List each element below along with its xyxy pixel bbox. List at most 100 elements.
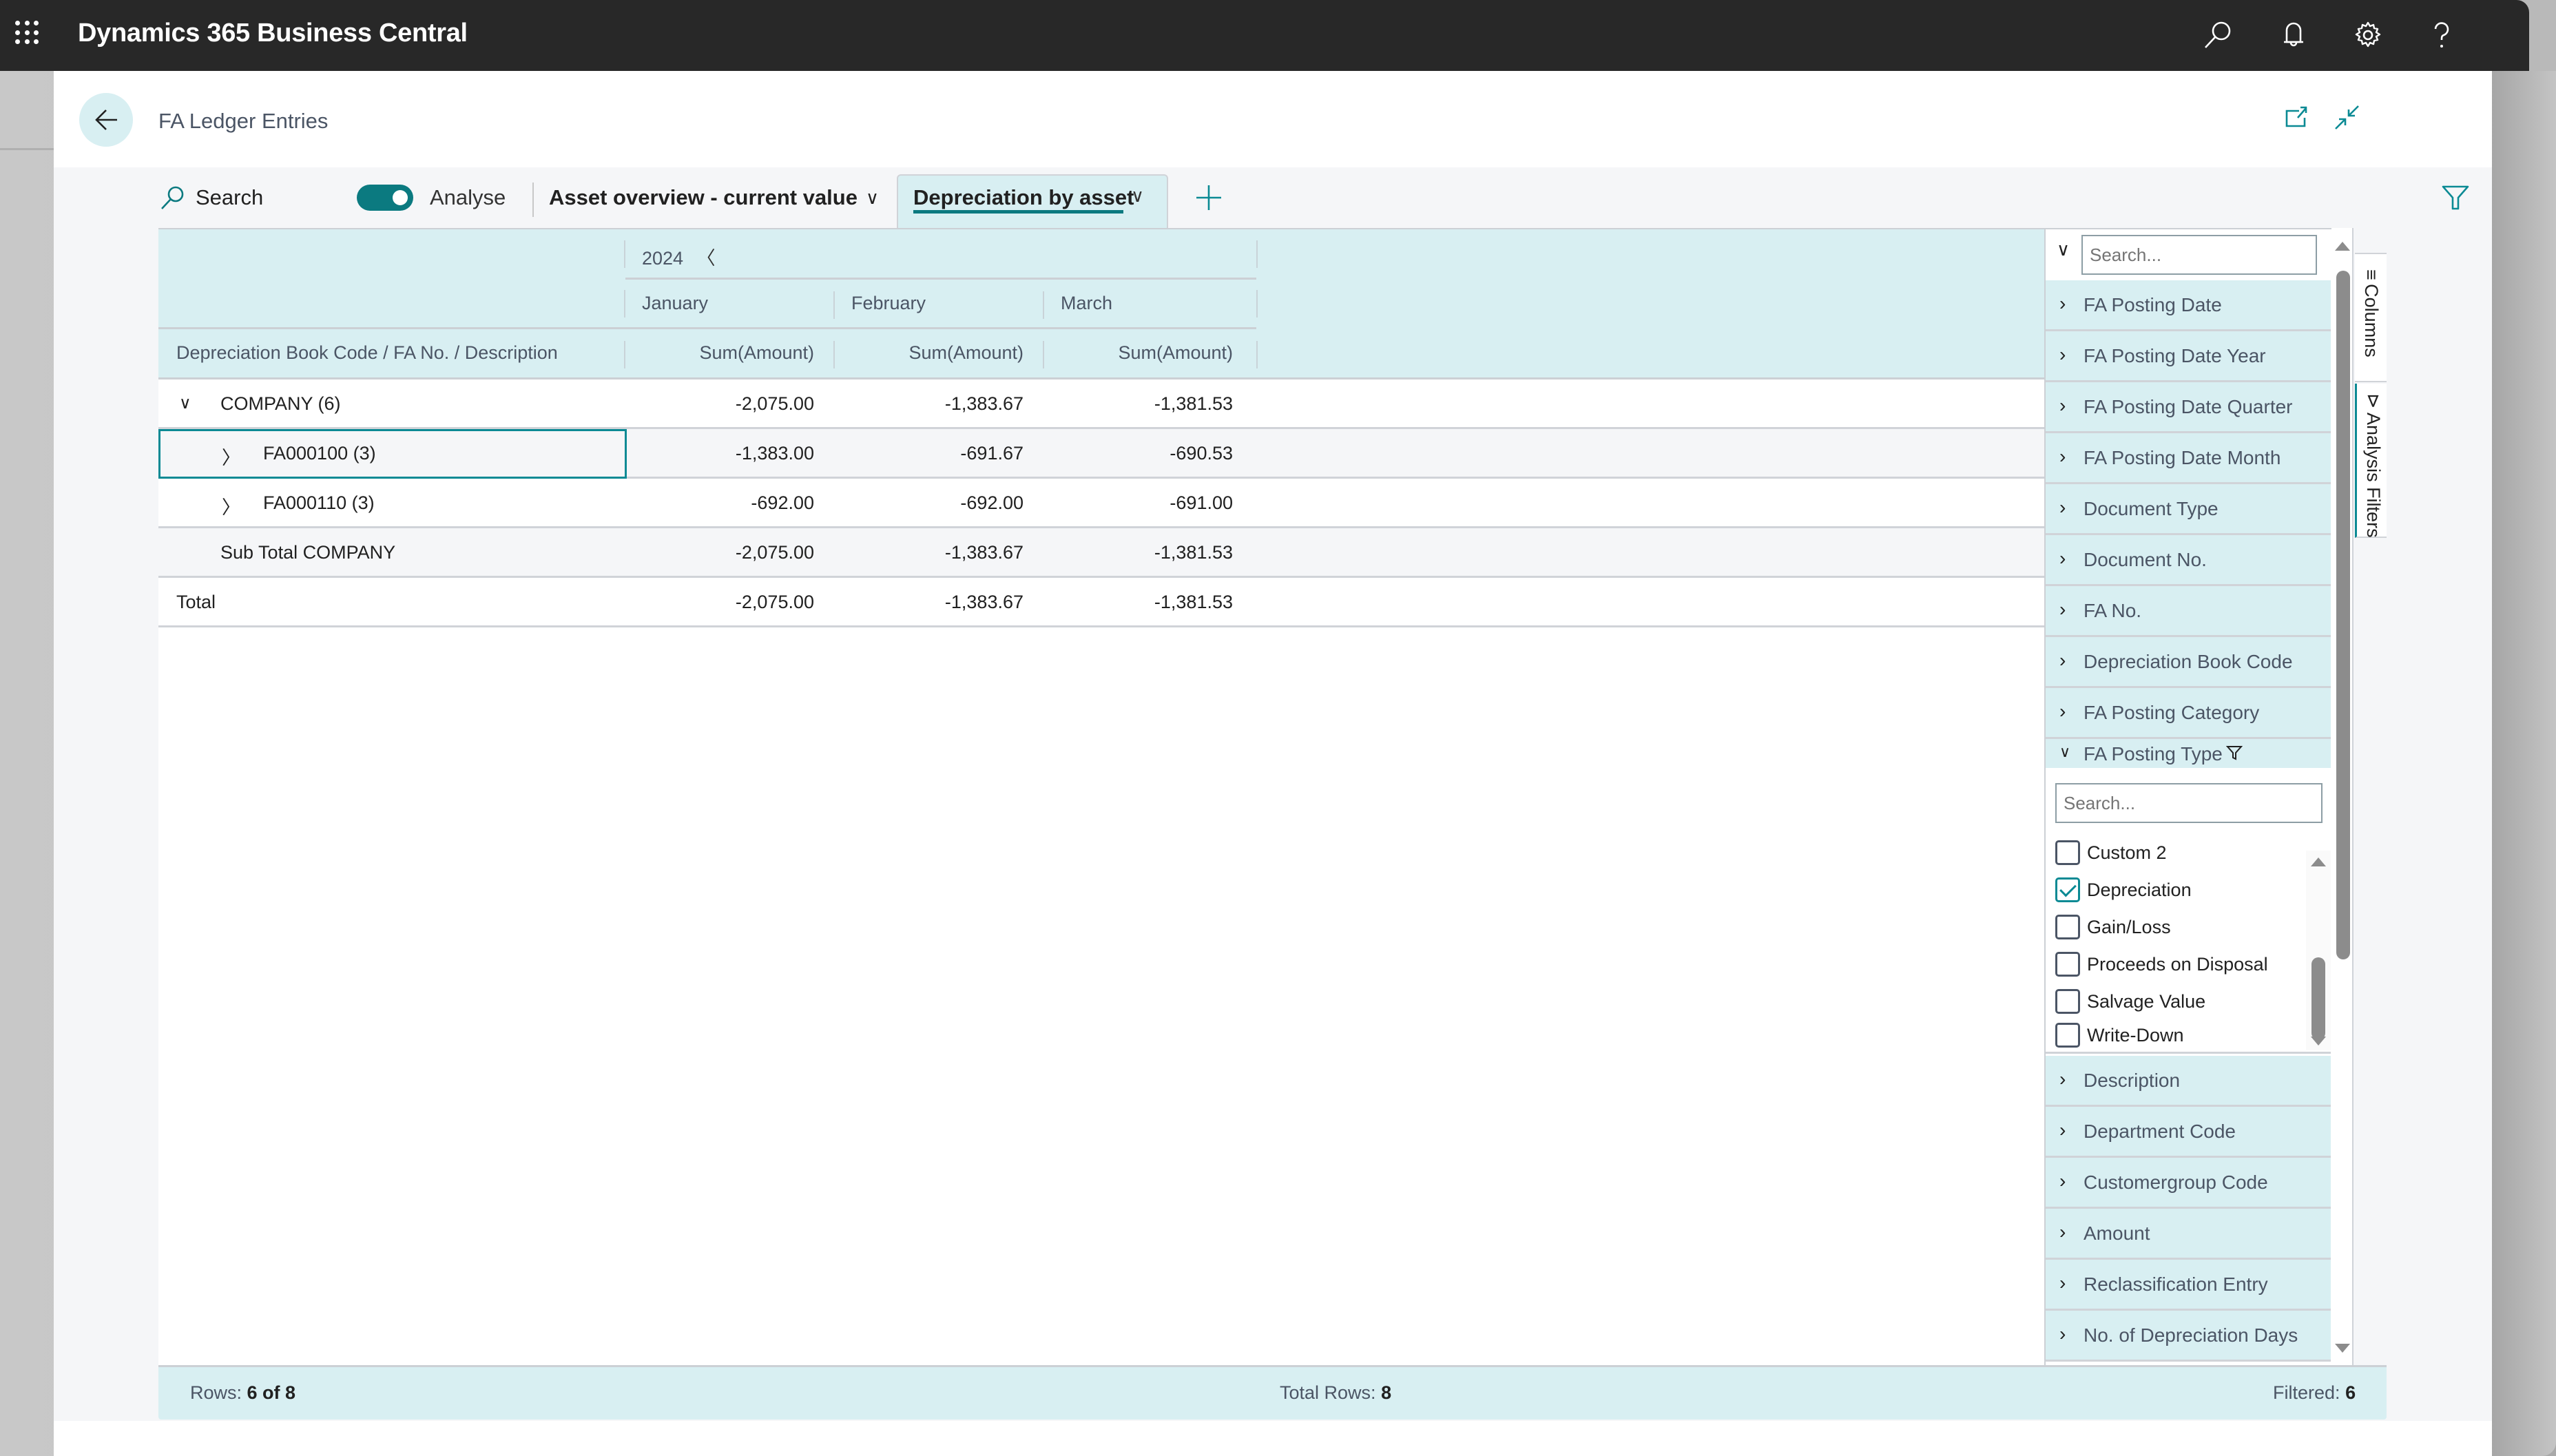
gear-icon[interactable] <box>2352 19 2384 51</box>
bell-icon[interactable] <box>2278 19 2309 51</box>
scrollbar-thumb[interactable] <box>2336 271 2350 959</box>
field-label: FA Posting Category <box>2084 702 2260 723</box>
scroll-down-icon[interactable] <box>2335 1344 2350 1353</box>
tab-columns[interactable]: ≡ Columns <box>2355 253 2387 382</box>
chevron-right-icon[interactable]: 〉 <box>222 492 240 519</box>
table-row[interactable]: ∨ COMPANY (6) -2,075.00 -1,383.67 -1,381… <box>158 379 2044 429</box>
checkbox-option[interactable]: Gain/Loss <box>2055 908 2171 946</box>
panel-scrollbar[interactable] <box>2331 228 2354 1365</box>
grid-header: 2024 〈 January February March Depreciati… <box>158 229 2044 379</box>
checkbox[interactable] <box>2055 840 2080 865</box>
scroll-down-icon[interactable] <box>2311 1037 2326 1046</box>
chevron-left-icon[interactable]: 〈 <box>697 248 716 269</box>
checkbox-option[interactable]: Custom 2 <box>2055 834 2167 871</box>
value-header-january[interactable]: Sum(Amount) <box>642 342 814 364</box>
value-header-march[interactable]: Sum(Amount) <box>1061 342 1233 364</box>
search-button[interactable]: Search <box>158 167 263 228</box>
app-bar: Dynamics 365 Business Central <box>0 0 2529 71</box>
tab-asset-overview[interactable]: Asset overview - current value ∨ <box>549 167 879 228</box>
header-divider <box>624 290 625 318</box>
scrollbar-thumb[interactable] <box>2311 957 2325 1040</box>
filter-field-item[interactable]: › FA Posting Category <box>2046 688 2331 739</box>
posting-type-filter-values: Custom 2 Depreciation Gain/Loss Proceeds… <box>2046 768 2331 1054</box>
filter-field-item[interactable]: › Document Type <box>2046 484 2331 535</box>
option-label: Proceeds on Disposal <box>2087 953 2268 975</box>
cell-value: -1,381.53 <box>1154 592 1233 612</box>
table-row[interactable]: 〉 FA000110 (3) -692.00 -692.00 -691.00 <box>158 479 2044 528</box>
filter-field-item[interactable]: › Description <box>2046 1056 2331 1107</box>
checkbox-option[interactable]: Salvage Value <box>2055 983 2205 1020</box>
total-rows: Total Rows: 8 <box>1280 1382 1392 1403</box>
filter-field-item[interactable]: › Depreciation Book Code <box>2046 637 2331 688</box>
table-row-total[interactable]: Total -2,075.00 -1,383.67 -1,381.53 <box>158 578 2044 627</box>
year-header[interactable]: 2024 〈 <box>642 243 716 270</box>
toggle-switch[interactable] <box>357 185 413 211</box>
table-row[interactable]: Sub Total COMPANY -2,075.00 -1,383.67 -1… <box>158 528 2044 578</box>
filter-field-item[interactable]: › Reclassification Entry <box>2046 1260 2331 1311</box>
scroll-up-icon[interactable] <box>2311 857 2326 866</box>
rows-count: Rows: 6 of 8 <box>190 1382 296 1403</box>
analyse-toggle[interactable]: Analyse <box>357 167 506 228</box>
filter-field-item[interactable]: › FA No. <box>2046 586 2331 637</box>
analysis-filters-panel: ∨ › FA Posting Date › FA Posting Date Year… <box>2044 228 2331 1365</box>
search-icon[interactable] <box>2203 19 2234 51</box>
field-label: Reclassification Entry <box>2084 1273 2268 1295</box>
analysis-workarea: Search Analyse Asset overview - current … <box>54 167 2492 1421</box>
month-header-march[interactable]: March <box>1061 293 1112 314</box>
row-label: FA000100 (3) <box>263 443 376 464</box>
checkbox-option[interactable]: Proceeds on Disposal <box>2055 946 2268 983</box>
chevron-down-icon: ∨ <box>865 187 880 208</box>
search-label: Search <box>196 185 264 209</box>
chevron-right-icon: › <box>2059 1221 2066 1242</box>
waffle-icon[interactable] <box>15 21 40 45</box>
filter-field-item[interactable]: › FA Posting Date <box>2046 280 2331 331</box>
checkbox[interactable] <box>2055 1023 2080 1048</box>
checkbox[interactable] <box>2055 952 2080 977</box>
month-header-february[interactable]: February <box>851 293 926 314</box>
checkbox-option[interactable]: Depreciation <box>2055 871 2192 908</box>
value-header-february[interactable]: Sum(Amount) <box>851 342 1024 364</box>
tab-label: Analysis Filters <box>2363 413 2384 538</box>
chevron-down-icon[interactable]: ∨ <box>2057 239 2070 260</box>
field-label: FA No. <box>2084 600 2142 621</box>
checkbox-option[interactable]: Write-Down <box>2055 1020 2184 1050</box>
row-group-header[interactable]: Depreciation Book Code / FA No. / Descri… <box>176 342 558 364</box>
value-search-input[interactable] <box>2055 783 2323 823</box>
chevron-right-icon: › <box>2059 446 2066 467</box>
filter-field-item[interactable]: › FA Posting Date Year <box>2046 331 2331 382</box>
columns-tab-text: ≡ Columns <box>2360 269 2382 357</box>
add-tab-button[interactable] <box>1195 167 1223 228</box>
month-header-january[interactable]: January <box>642 293 708 314</box>
values-scrollbar[interactable] <box>2306 851 2331 1050</box>
filter-field-item[interactable]: › Document No. <box>2046 535 2331 586</box>
filter-field-item[interactable]: › No. of Depreciation Days <box>2046 1311 2331 1362</box>
checkbox-checked[interactable] <box>2055 877 2080 902</box>
filter-field-item[interactable]: › FA Posting Date Month <box>2046 433 2331 484</box>
filter-field-item[interactable]: › Amount <box>2046 1209 2331 1260</box>
filter-field-item-expanded-header[interactable]: ∨ FA Posting Type <box>2046 739 2331 769</box>
back-button[interactable] <box>79 93 133 147</box>
filter-button[interactable] <box>2440 183 2471 213</box>
tab-depreciation-by-asset[interactable]: Depreciation by asset ∨ <box>897 174 1168 229</box>
filter-field-item[interactable]: › Customergroup Code <box>2046 1158 2331 1209</box>
chevron-right-icon: › <box>2059 293 2066 314</box>
filter-field-item[interactable]: › Department Code <box>2046 1107 2331 1158</box>
table-row[interactable]: 〉 FA000100 (3) -1,383.00 -691.67 -690.53 <box>158 429 2044 479</box>
checkbox[interactable] <box>2055 989 2080 1014</box>
option-label: Depreciation <box>2087 879 2192 900</box>
help-icon[interactable] <box>2426 19 2458 51</box>
open-in-new-window-icon[interactable] <box>2283 104 2310 132</box>
tab-analysis-filters[interactable]: ⊳ Analysis Filters <box>2355 384 2387 538</box>
backdrop-divider <box>0 148 54 150</box>
chevron-right-icon[interactable]: 〉 <box>222 443 240 470</box>
tab-label: Asset overview - current value <box>549 185 858 209</box>
chevron-down-icon[interactable]: ∨ <box>179 393 191 413</box>
checkbox[interactable] <box>2055 915 2080 939</box>
backdrop-right <box>2492 71 2556 1456</box>
field-search-input[interactable] <box>2081 235 2317 275</box>
toolbar-divider <box>532 183 534 217</box>
filter-active-icon <box>2226 746 2243 760</box>
filter-field-item[interactable]: › FA Posting Date Quarter <box>2046 382 2331 433</box>
scroll-up-icon[interactable] <box>2335 242 2350 251</box>
collapse-icon[interactable] <box>2334 104 2361 132</box>
